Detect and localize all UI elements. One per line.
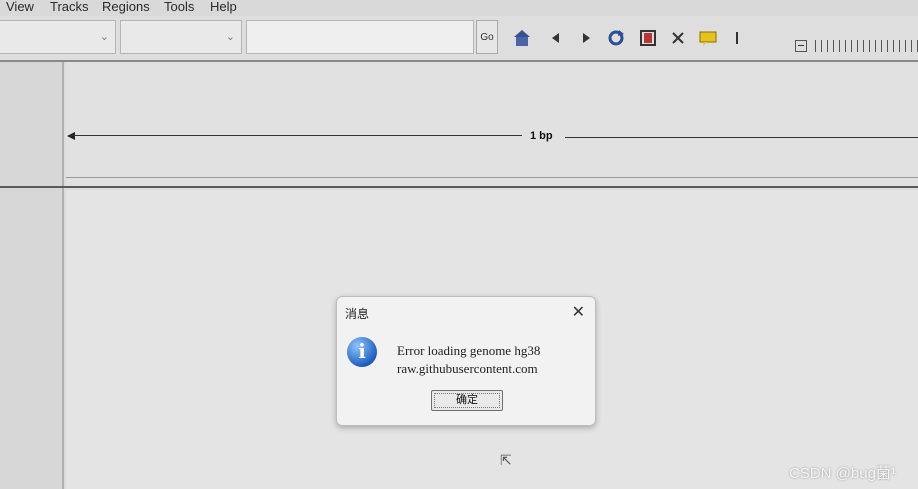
ruler-panel: [66, 62, 918, 187]
popup-icon[interactable]: [698, 28, 718, 48]
menu-bar: View Tracks Regions Tools Help: [0, 0, 918, 16]
chevron-down-icon: ⌄: [99, 31, 109, 43]
menu-tracks[interactable]: Tracks: [50, 0, 89, 14]
forward-icon[interactable]: [576, 28, 596, 48]
ruler-arrow-icon: [67, 132, 75, 140]
menu-tools[interactable]: Tools: [164, 0, 194, 14]
watermark: CSDN @bug菌¹: [789, 465, 896, 482]
menu-help[interactable]: Help: [210, 0, 237, 14]
dialog-title: 消息: [345, 307, 370, 321]
ruler-label: 1 bp: [530, 130, 553, 142]
toolbar: ⌄ ⌄ Go: [0, 16, 918, 62]
menu-view[interactable]: View: [6, 0, 34, 14]
chromosome-select[interactable]: ⌄: [120, 20, 242, 54]
dialog-message-line-1: Error loading genome hg38: [397, 343, 541, 358]
resize-icon[interactable]: [638, 28, 658, 48]
mouse-cursor-icon: ⇱: [500, 452, 512, 468]
dialog-message-line-2: raw.githubusercontent.com: [397, 361, 538, 376]
region-icon[interactable]: [668, 28, 688, 48]
locus-input[interactable]: [246, 20, 474, 54]
roi-icon[interactable]: [728, 28, 748, 48]
zoom-slider[interactable]: [815, 40, 918, 52]
ruler-line-left: [72, 135, 522, 136]
go-button[interactable]: Go: [476, 20, 498, 54]
zoom-out-button[interactable]: [795, 40, 807, 52]
genome-select[interactable]: ⌄: [0, 20, 116, 54]
info-icon: [347, 337, 377, 367]
ruler-line-right: [565, 137, 918, 138]
message-dialog: 消息 ✕ Error loading genome hg38 raw.githu…: [336, 296, 596, 426]
home-icon[interactable]: [512, 28, 532, 48]
menu-regions[interactable]: Regions: [102, 0, 150, 14]
ok-button[interactable]: 确定: [431, 390, 503, 411]
close-icon[interactable]: ✕: [572, 302, 585, 322]
refresh-icon[interactable]: [606, 28, 626, 48]
back-icon[interactable]: [546, 28, 566, 48]
ruler-bottom-line: [66, 177, 918, 178]
chevron-down-icon: ⌄: [225, 31, 235, 43]
name-panel: [0, 62, 64, 489]
panel-divider[interactable]: [0, 186, 918, 188]
